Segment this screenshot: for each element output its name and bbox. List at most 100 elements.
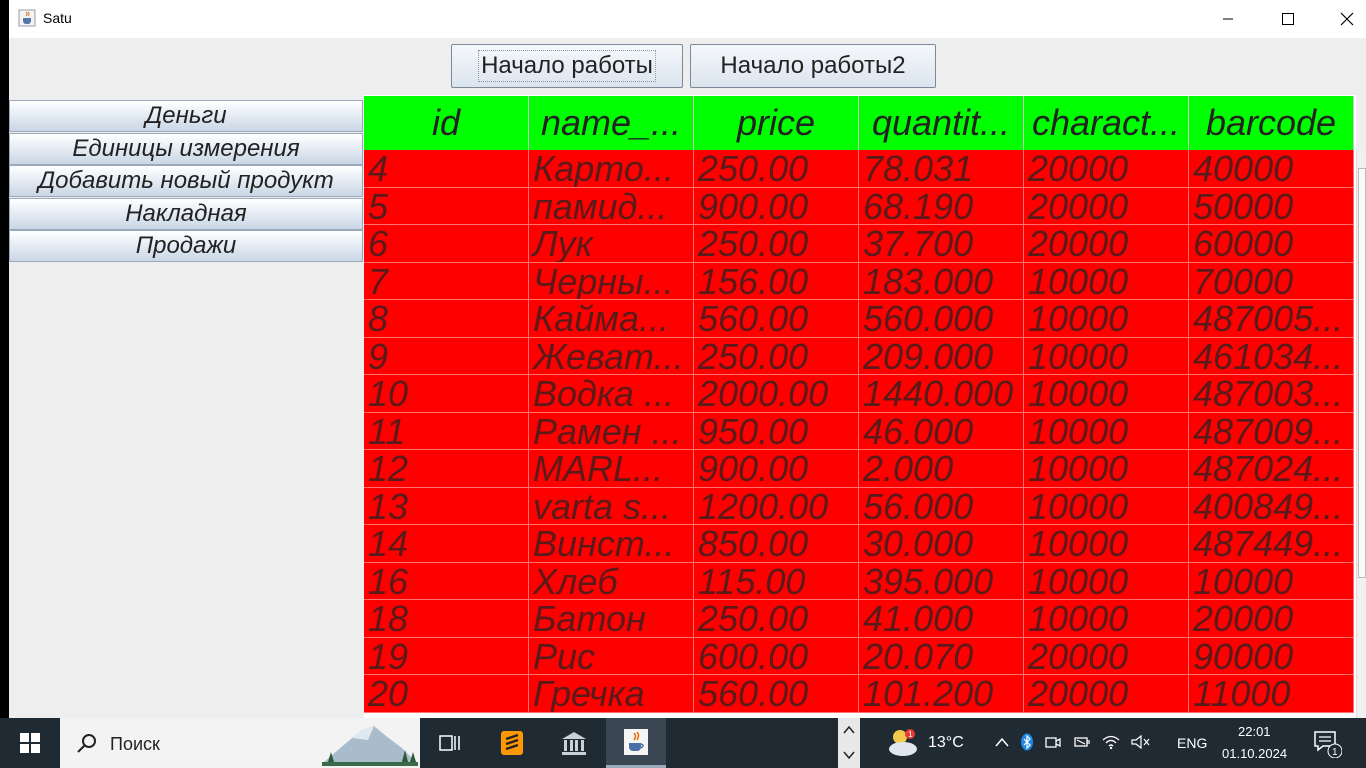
table-cell[interactable]: 900.00 bbox=[694, 187, 859, 225]
table-cell[interactable]: 11000 bbox=[1189, 675, 1354, 713]
meet-now-icon[interactable] bbox=[1044, 734, 1062, 750]
weather-widget[interactable]: 1 bbox=[886, 727, 920, 764]
table-cell[interactable]: 10000 bbox=[1024, 525, 1189, 563]
table-cell[interactable]: 30.000 bbox=[859, 525, 1024, 563]
table-cell[interactable]: Лук bbox=[529, 225, 694, 263]
start-work2-button[interactable]: Начало работы2 bbox=[690, 44, 936, 88]
table-cell[interactable]: 101.200 bbox=[859, 675, 1024, 713]
table-cell[interactable]: 16 bbox=[364, 562, 529, 600]
notifications-button[interactable]: 1 bbox=[1312, 728, 1343, 759]
table-cell[interactable]: Водка ... bbox=[529, 375, 694, 413]
taskbar-app-bank[interactable] bbox=[544, 718, 604, 768]
table-row[interactable]: 7 Черны... 156.00 183.000 10000 70000 bbox=[364, 262, 1354, 300]
table-cell[interactable]: varta s... bbox=[529, 487, 694, 525]
table-cell[interactable]: 68.190 bbox=[859, 187, 1024, 225]
sidebar-item-sales[interactable]: Продажи bbox=[9, 230, 363, 262]
table-cell[interactable]: 2000.00 bbox=[694, 375, 859, 413]
table-row[interactable]: 16 Хлеб 115.00 395.000 10000 10000 bbox=[364, 562, 1354, 600]
table-cell[interactable]: 487024... bbox=[1189, 450, 1354, 488]
table-cell[interactable]: 5 bbox=[364, 187, 529, 225]
table-row[interactable]: 10 Водка ... 2000.00 1440.000 10000 487003... bbox=[364, 375, 1354, 413]
table-row[interactable]: 9 Жеват... 250.00 209.000 10000 461034... bbox=[364, 337, 1354, 375]
table-cell[interactable]: 250.00 bbox=[694, 600, 859, 638]
table-cell[interactable]: 90000 bbox=[1189, 637, 1354, 675]
table-cell[interactable]: 10000 bbox=[1024, 337, 1189, 375]
table-cell[interactable]: 13 bbox=[364, 487, 529, 525]
table-scrollbar[interactable] bbox=[1356, 150, 1366, 718]
table-cell[interactable]: 10000 bbox=[1189, 562, 1354, 600]
table-cell[interactable]: 560.000 bbox=[859, 300, 1024, 338]
table-cell[interactable]: 20000 bbox=[1189, 600, 1354, 638]
table-row[interactable]: 14 Винст... 850.00 30.000 10000 487449... bbox=[364, 525, 1354, 563]
table-cell[interactable]: 600.00 bbox=[694, 637, 859, 675]
table-cell[interactable]: 487009... bbox=[1189, 412, 1354, 450]
minimize-button[interactable] bbox=[1205, 0, 1251, 38]
table-row[interactable]: 12 MARL... 900.00 2.000 10000 487024... bbox=[364, 450, 1354, 488]
table-cell[interactable]: 2.000 bbox=[859, 450, 1024, 488]
maximize-button[interactable] bbox=[1265, 0, 1311, 38]
column-header[interactable]: price bbox=[694, 96, 859, 150]
table-cell[interactable]: Черны... bbox=[529, 262, 694, 300]
table-cell[interactable]: 56.000 bbox=[859, 487, 1024, 525]
table-cell[interactable]: 1440.000 bbox=[859, 375, 1024, 413]
table-cell[interactable]: Жеват... bbox=[529, 337, 694, 375]
table-cell[interactable]: 20000 bbox=[1024, 637, 1189, 675]
table-cell[interactable]: 10000 bbox=[1024, 487, 1189, 525]
sidebar-item-units[interactable]: Единицы измерения bbox=[9, 132, 363, 165]
column-header[interactable]: id bbox=[364, 96, 529, 150]
tray-scroll-buttons[interactable] bbox=[838, 718, 860, 768]
column-header[interactable]: barcode bbox=[1189, 96, 1354, 150]
table-cell[interactable]: 20000 bbox=[1024, 187, 1189, 225]
table-cell[interactable]: 20000 bbox=[1024, 675, 1189, 713]
input-language[interactable]: ENG bbox=[1177, 735, 1207, 751]
table-row[interactable]: 4 Карто... 250.00 78.031 20000 40000 bbox=[364, 150, 1354, 188]
table-row[interactable]: 19 Рис 600.00 20.070 20000 90000 bbox=[364, 637, 1354, 675]
table-cell[interactable]: 900.00 bbox=[694, 450, 859, 488]
table-cell[interactable]: 40000 bbox=[1189, 150, 1354, 188]
table-cell[interactable]: 46.000 bbox=[859, 412, 1024, 450]
table-cell[interactable]: памид... bbox=[529, 187, 694, 225]
table-cell[interactable]: 250.00 bbox=[694, 225, 859, 263]
table-cell[interactable]: Батон bbox=[529, 600, 694, 638]
table-cell[interactable]: 560.00 bbox=[694, 300, 859, 338]
table-cell[interactable]: 60000 bbox=[1189, 225, 1354, 263]
table-cell[interactable]: 560.00 bbox=[694, 675, 859, 713]
table-cell[interactable]: 10000 bbox=[1024, 262, 1189, 300]
table-cell[interactable]: 6 bbox=[364, 225, 529, 263]
taskbar-app-java[interactable] bbox=[606, 718, 666, 768]
table-cell[interactable]: 20 bbox=[364, 675, 529, 713]
table-cell[interactable]: 10000 bbox=[1024, 450, 1189, 488]
table-cell[interactable]: 10000 bbox=[1024, 412, 1189, 450]
table-cell[interactable]: 850.00 bbox=[694, 525, 859, 563]
table-cell[interactable]: 10000 bbox=[1024, 300, 1189, 338]
table-cell[interactable]: 14 bbox=[364, 525, 529, 563]
clock-time[interactable]: 22:01 bbox=[1238, 724, 1271, 739]
table-cell[interactable]: 11 bbox=[364, 412, 529, 450]
table-cell[interactable]: Хлеб bbox=[529, 562, 694, 600]
table-cell[interactable]: 115.00 bbox=[694, 562, 859, 600]
table-cell[interactable]: 78.031 bbox=[859, 150, 1024, 188]
column-header[interactable]: quantit... bbox=[859, 96, 1024, 150]
wifi-icon[interactable] bbox=[1102, 734, 1120, 750]
table-cell[interactable]: Рамен ... bbox=[529, 412, 694, 450]
sidebar-item-invoice[interactable]: Накладная bbox=[9, 197, 363, 230]
table-cell[interactable]: 487005... bbox=[1189, 300, 1354, 338]
scrollbar-thumb[interactable] bbox=[1358, 168, 1366, 578]
taskbar-app-sublime[interactable] bbox=[482, 718, 542, 768]
table-cell[interactable]: 8 bbox=[364, 300, 529, 338]
show-hidden-icons-icon[interactable] bbox=[994, 736, 1010, 748]
table-cell[interactable]: Гречка bbox=[529, 675, 694, 713]
table-row[interactable]: 11 Рамен ... 950.00 46.000 10000 487009... bbox=[364, 412, 1354, 450]
table-cell[interactable]: 395.000 bbox=[859, 562, 1024, 600]
table-cell[interactable]: 70000 bbox=[1189, 262, 1354, 300]
table-cell[interactable]: 487449... bbox=[1189, 525, 1354, 563]
volume-muted-icon[interactable] bbox=[1130, 734, 1150, 750]
column-header[interactable]: charact... bbox=[1024, 96, 1189, 150]
table-cell[interactable]: 41.000 bbox=[859, 600, 1024, 638]
table-cell[interactable]: 10000 bbox=[1024, 600, 1189, 638]
table-cell[interactable]: 10 bbox=[364, 375, 529, 413]
table-cell[interactable]: 10000 bbox=[1024, 562, 1189, 600]
table-cell[interactable]: Рис bbox=[529, 637, 694, 675]
table-row[interactable]: 8 Кайма... 560.00 560.000 10000 487005... bbox=[364, 300, 1354, 338]
sidebar-item-add-product[interactable]: Добавить новый продукт bbox=[9, 165, 363, 197]
